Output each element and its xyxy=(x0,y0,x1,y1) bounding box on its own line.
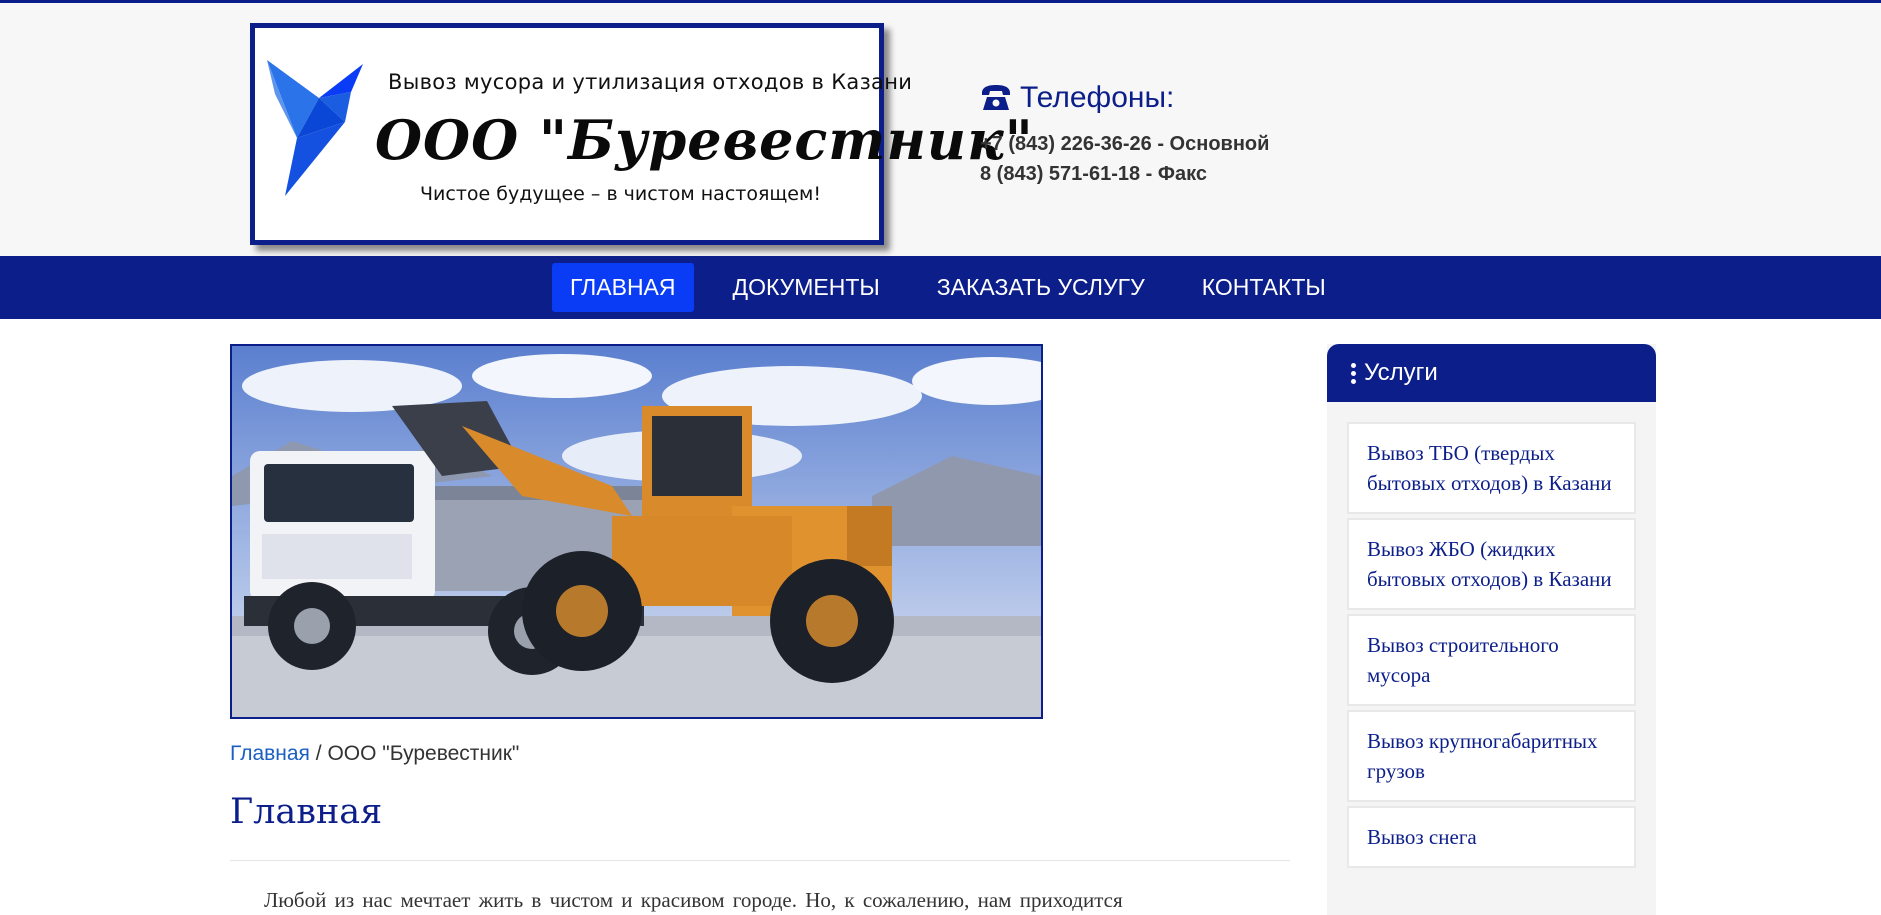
sidebar-title: Услуги xyxy=(1364,359,1438,386)
services-sidebar: Услуги Вывоз ТБО (твердых бытовых отходо… xyxy=(1327,344,1656,915)
phone-main[interactable]: +7 (843) 226-36-26 - Основной xyxy=(980,129,1269,159)
phone-icon xyxy=(982,85,1010,110)
sidebar-header: Услуги xyxy=(1327,344,1656,402)
title-divider xyxy=(230,860,1290,861)
vertical-dots-icon xyxy=(1351,361,1356,385)
page-title: Главная xyxy=(230,792,383,832)
hero-image xyxy=(230,344,1043,719)
service-link-zhbo[interactable]: Вывоз ЖБО (жидких бытовых отходов) в Каз… xyxy=(1347,518,1636,610)
service-link-bulky-cargo[interactable]: Вывоз крупногабаритных грузов xyxy=(1347,710,1636,802)
truck-loader-photo xyxy=(232,346,1041,717)
logo-tagline-top: Вывоз мусора и утилизация отходов в Каза… xyxy=(388,70,913,94)
nav-item-home[interactable]: Главная xyxy=(552,263,694,312)
breadcrumb-current: ООО "Буревестник" xyxy=(327,742,520,765)
logo[interactable]: Вывоз мусора и утилизация отходов в Каза… xyxy=(250,23,1033,245)
breadcrumb-separator: / xyxy=(315,742,322,765)
nav-menu: Главная Документы Заказать услугу Контак… xyxy=(552,263,1365,312)
service-list: Вывоз ТБО (твердых бытовых отходов) в Ка… xyxy=(1327,402,1656,868)
breadcrumb: Главная / ООО "Буревестник" xyxy=(230,742,519,766)
nav-item-documents[interactable]: Документы xyxy=(715,263,898,312)
service-link-tbo[interactable]: Вывоз ТБО (твердых бытовых отходов) в Ка… xyxy=(1347,422,1636,514)
main-nav: Главная Документы Заказать услугу Контак… xyxy=(0,256,1881,319)
phones-title: Телефоны: xyxy=(980,81,1269,115)
phones-title-label: Телефоны: xyxy=(1020,81,1175,114)
breadcrumb-home-link[interactable]: Главная xyxy=(230,742,310,765)
logo-company-name: ООО "Буревестник" xyxy=(375,108,1034,172)
intro-paragraph: Любой из нас мечтает жить в чистом и кра… xyxy=(264,888,1123,912)
logo-tagline-bottom: Чистое будущее – в чистом настоящем! xyxy=(420,183,821,205)
phones-block: Телефоны: +7 (843) 226-36-26 - Основной … xyxy=(980,81,1269,189)
site-header: Вывоз мусора и утилизация отходов в Каза… xyxy=(0,3,1881,256)
phone-fax[interactable]: 8 (843) 571-61-18 - Факс xyxy=(980,159,1269,189)
nav-item-order-service[interactable]: Заказать услугу xyxy=(919,263,1163,312)
service-link-snow[interactable]: Вывоз снега xyxy=(1347,806,1636,868)
nav-item-contacts[interactable]: Контакты xyxy=(1184,263,1344,312)
bird-logo-icon xyxy=(267,60,363,196)
service-link-construction-waste[interactable]: Вывоз строительного мусора xyxy=(1347,614,1636,706)
